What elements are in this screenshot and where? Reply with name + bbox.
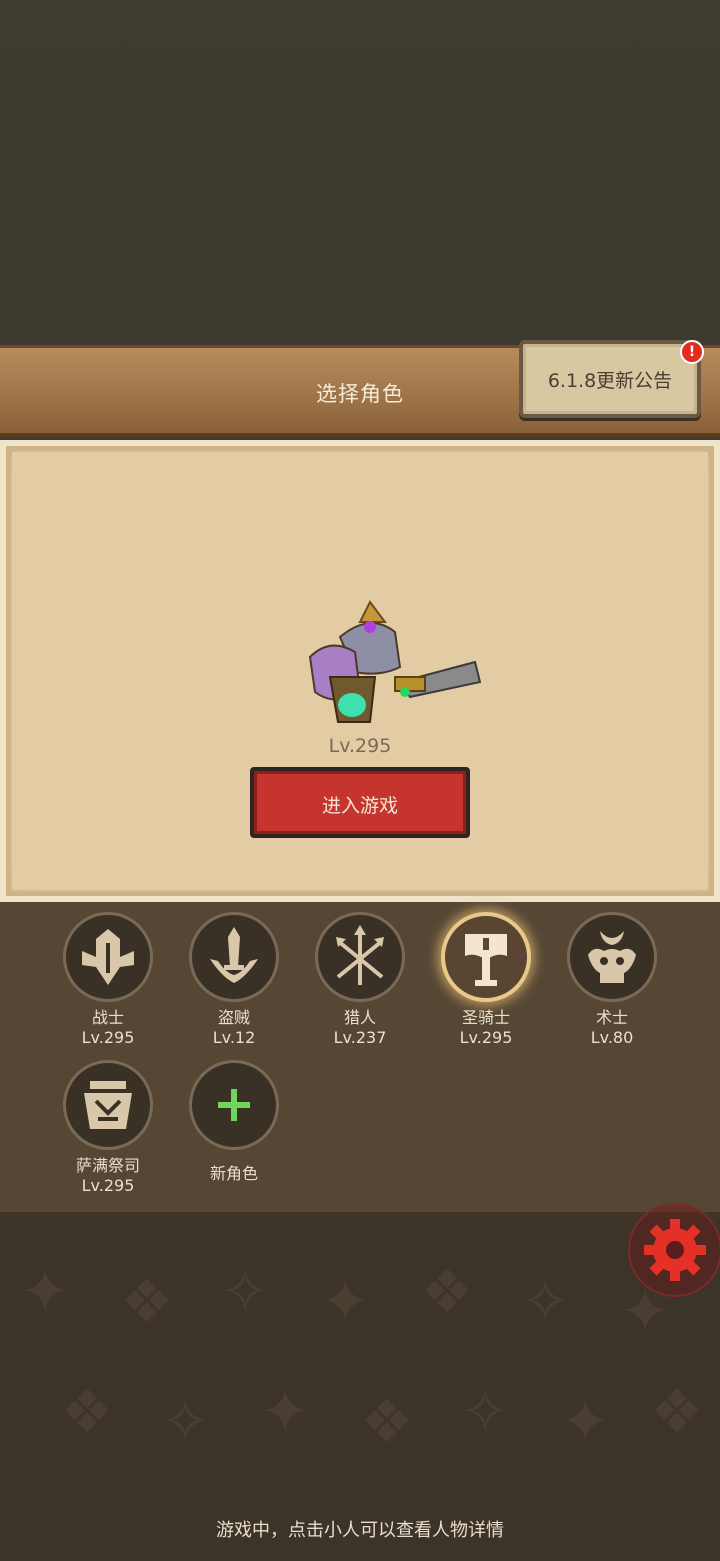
selected-character-level: Lv.295 [328,735,392,757]
class-name: 萨满祭司 [75,1156,140,1175]
class-slot-warrior[interactable]: 战士 Lv.295 [60,912,156,1047]
paladin-character-figure[interactable] [300,597,485,737]
class-level: Lv.295 [459,1028,513,1047]
shaman-icon [63,1060,153,1150]
plus-icon [189,1060,279,1150]
background-emblem-icon: ❖ [360,1387,414,1457]
top-background [0,0,720,345]
rogue-icon [189,912,279,1002]
class-slot-shaman[interactable]: 萨满祭司 Lv.295 [60,1060,156,1195]
hunter-icon [315,912,405,1002]
class-name: 战士 [91,1008,124,1027]
update-notice-label: 6.1.8更新公告 [547,370,673,392]
class-level: Lv.237 [333,1028,387,1047]
background-emblem-icon: ❖ [420,1257,474,1327]
background-emblem-icon: ✦ [260,1377,311,1447]
settings-button[interactable] [628,1203,720,1297]
background-emblem-icon: ✧ [520,1267,571,1337]
hint-text: 游戏中，点击小人可以查看人物详情 [216,1520,504,1541]
enter-game-label: 进入游戏 [321,795,398,817]
enter-game-button[interactable]: 进入游戏 [250,767,470,838]
class-level: Lv.12 [212,1028,256,1047]
warrior-icon [63,912,153,1002]
background-emblem-icon: ✧ [220,1257,271,1327]
class-name: 术士 [595,1008,628,1027]
class-level: Lv.80 [590,1028,634,1047]
bottom-background: ✦ ❖ ✧ ✦ ❖ ✧ ✦ ❖ ✧ ✦ ❖ ✧ ✦ ❖ [0,1217,720,1561]
gear-icon [644,1219,706,1281]
class-slot-paladin[interactable]: 圣骑士 Lv.295 [438,912,534,1047]
update-notice-button[interactable]: 6.1.8更新公告 [519,340,701,418]
paladin-icon [441,912,531,1002]
background-emblem-icon: ❖ [650,1377,704,1447]
class-slot-hunter[interactable]: 猎人 Lv.237 [312,912,408,1047]
class-level: Lv.295 [81,1028,135,1047]
new-character-button[interactable]: 新角色 [186,1060,282,1184]
background-emblem-icon: ✦ [560,1387,611,1457]
new-character-label: 新角色 [209,1164,258,1183]
background-emblem-icon: ✧ [460,1377,511,1447]
class-slot-rogue[interactable]: 盗贼 Lv.12 [186,912,282,1047]
warlock-icon [567,912,657,1002]
class-name: 圣骑士 [461,1008,510,1027]
class-slot-warlock[interactable]: 术士 Lv.80 [564,912,660,1047]
class-level: Lv.295 [81,1176,135,1195]
background-emblem-icon: ❖ [120,1267,174,1337]
class-name: 盗贼 [217,1008,250,1027]
background-emblem-icon: ❖ [60,1377,114,1447]
class-name: 猎人 [343,1008,376,1027]
alert-badge-icon: ! [680,340,704,364]
background-emblem-icon: ✦ [20,1257,71,1327]
background-emblem-icon: ✧ [160,1387,211,1457]
background-emblem-icon: ✦ [320,1267,371,1337]
